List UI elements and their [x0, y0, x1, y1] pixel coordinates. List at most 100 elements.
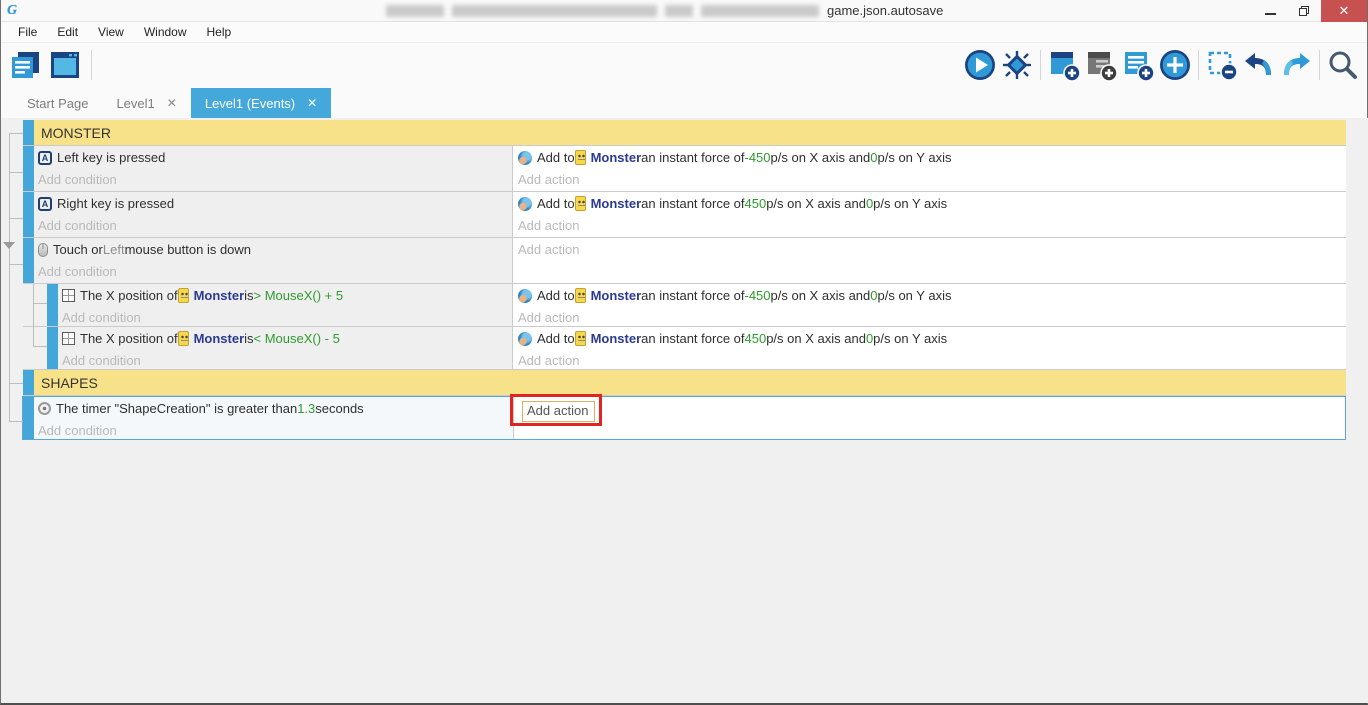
- text-segment: p/s on X axis and: [770, 288, 871, 303]
- redo-icon[interactable]: [1278, 47, 1314, 83]
- action-line[interactable]: Add to Monster an instant force of -450 …: [518, 146, 1346, 169]
- debug-icon[interactable]: [999, 47, 1035, 83]
- menu-file[interactable]: File: [9, 23, 46, 41]
- close-button[interactable]: ✕: [1321, 0, 1367, 22]
- add-action-button-focused[interactable]: Add action: [522, 401, 596, 422]
- condition-line[interactable]: The X position of Monster is > MouseX() …: [62, 284, 512, 307]
- text-segment: Add to: [537, 150, 575, 165]
- add-condition-button[interactable]: Add condition: [62, 310, 141, 325]
- conditions-cell[interactable]: The X position of Monster is < MouseX() …: [58, 327, 512, 369]
- event-handle[interactable]: [23, 238, 34, 283]
- window-title: game.json.autosave: [386, 3, 943, 18]
- add-action-button[interactable]: Add action: [518, 353, 579, 368]
- text-segment: Monster: [590, 150, 642, 165]
- menu-edit[interactable]: Edit: [48, 23, 87, 41]
- conditions-cell[interactable]: Left key is pressed Add condition: [34, 146, 512, 191]
- event-row[interactable]: Right key is pressed Add condition Add t…: [23, 192, 1346, 238]
- monster-object-icon: [574, 331, 586, 346]
- action-line[interactable]: Add to Monster an instant force of -450 …: [518, 284, 1346, 307]
- tab-close-icon[interactable]: ✕: [307, 96, 317, 110]
- actions-cell[interactable]: Add action: [513, 397, 1345, 439]
- restore-icon: [1299, 6, 1309, 16]
- text-segment: Add to: [537, 288, 575, 303]
- event-handle[interactable]: [23, 397, 34, 439]
- add-action-button[interactable]: Add action: [518, 310, 579, 325]
- add-condition-button[interactable]: Add condition: [38, 218, 117, 233]
- indent-spacer: [23, 284, 47, 326]
- conditions-cell[interactable]: Touch or Left mouse button is down Add c…: [34, 238, 512, 283]
- window-title-text: game.json.autosave: [827, 3, 944, 18]
- search-icon[interactable]: [1325, 47, 1361, 83]
- tab-label: Level1: [116, 95, 155, 111]
- event-group-shapes[interactable]: SHAPES: [23, 370, 1346, 396]
- toolbar-separator: [1319, 50, 1320, 80]
- text-segment: 450: [744, 196, 767, 211]
- conditions-cell[interactable]: The timer "ShapeCreation" is greater tha…: [34, 397, 513, 439]
- actions-cell[interactable]: Add to Monster an instant force of -450 …: [512, 146, 1346, 191]
- restore-button[interactable]: [1287, 0, 1321, 22]
- add-subevent-icon[interactable]: [1083, 47, 1119, 83]
- gdevelop-logo-icon: G: [7, 2, 18, 18]
- conditions-cell[interactable]: The X position of Monster is > MouseX() …: [58, 284, 512, 326]
- text-segment: an instant force of: [641, 288, 745, 303]
- collapse-arrow-icon[interactable]: [3, 242, 15, 249]
- menu-window[interactable]: Window: [135, 23, 196, 41]
- event-row-selected[interactable]: The timer "ShapeCreation" is greater tha…: [22, 396, 1346, 440]
- text-segment: Left: [102, 242, 125, 257]
- group-label: MONSTER: [34, 120, 1346, 145]
- event-handle[interactable]: [47, 327, 58, 369]
- actions-cell[interactable]: Add to Monster an instant force of -450 …: [512, 284, 1346, 326]
- event-group-monster[interactable]: MONSTER: [23, 120, 1346, 146]
- condition-line[interactable]: The X position of Monster is < MouseX() …: [62, 327, 512, 350]
- sub-event-row[interactable]: The X position of Monster is > MouseX() …: [23, 284, 1346, 327]
- add-comment-icon[interactable]: [1120, 47, 1156, 83]
- tab-start-page[interactable]: Start Page: [13, 88, 102, 118]
- conditions-cell[interactable]: Right key is pressed Add condition: [34, 192, 512, 237]
- add-condition-button[interactable]: Add condition: [38, 423, 117, 438]
- tab-level1-events[interactable]: Level1 (Events) ✕: [190, 88, 332, 118]
- add-condition-button[interactable]: Add condition: [62, 353, 141, 368]
- actions-cell[interactable]: Add action: [512, 238, 1346, 283]
- project-manager-icon[interactable]: [7, 47, 43, 83]
- text-segment: Right key is pressed: [57, 196, 175, 211]
- add-condition-button[interactable]: Add condition: [38, 264, 117, 279]
- event-handle[interactable]: [23, 146, 34, 191]
- event-handle[interactable]: [23, 192, 34, 237]
- actions-cell[interactable]: Add to Monster an instant force of 450 p…: [512, 192, 1346, 237]
- condition-line[interactable]: Left key is pressed: [38, 146, 512, 169]
- event-handle[interactable]: [23, 120, 34, 145]
- menu-view[interactable]: View: [89, 23, 133, 41]
- scene-editor-icon[interactable]: [47, 47, 83, 83]
- minimize-button[interactable]: [1253, 0, 1287, 22]
- tab-bar: Start Page Level1 ✕ Level1 (Events) ✕: [1, 86, 1367, 118]
- group-label: SHAPES: [34, 370, 1346, 395]
- action-line[interactable]: Add to Monster an instant force of 450 p…: [518, 327, 1346, 350]
- event-handle[interactable]: [23, 370, 34, 395]
- add-action-button[interactable]: Add action: [518, 172, 579, 187]
- add-condition-button[interactable]: Add condition: [38, 172, 117, 187]
- event-handle[interactable]: [47, 284, 58, 326]
- toolbar-separator: [91, 50, 92, 80]
- sub-event-row[interactable]: The X position of Monster is < MouseX() …: [23, 327, 1346, 370]
- event-row[interactable]: Left key is pressed Add condition Add to…: [23, 146, 1346, 192]
- condition-line[interactable]: The timer "ShapeCreation" is greater tha…: [38, 397, 513, 420]
- condition-line[interactable]: Right key is pressed: [38, 192, 512, 215]
- actions-cell[interactable]: Add to Monster an instant force of 450 p…: [512, 327, 1346, 369]
- text-segment: p/s on Y axis: [877, 288, 952, 303]
- remove-event-icon[interactable]: [1204, 47, 1240, 83]
- text-segment: an instant force of: [641, 331, 745, 346]
- add-event-icon[interactable]: [1046, 47, 1082, 83]
- add-action-button[interactable]: Add action: [518, 242, 579, 257]
- tree-branch: [9, 421, 23, 422]
- menu-help[interactable]: Help: [198, 23, 241, 41]
- add-circle-icon[interactable]: [1157, 47, 1193, 83]
- tab-level1[interactable]: Level1 ✕: [102, 88, 190, 118]
- play-icon[interactable]: [962, 47, 998, 83]
- event-row[interactable]: Touch or Left mouse button is down Add c…: [23, 238, 1346, 284]
- text-segment: Add to: [537, 196, 575, 211]
- undo-icon[interactable]: [1241, 47, 1277, 83]
- action-line[interactable]: Add to Monster an instant force of 450 p…: [518, 192, 1346, 215]
- condition-line[interactable]: Touch or Left mouse button is down: [38, 238, 512, 261]
- tab-close-icon[interactable]: ✕: [167, 96, 177, 110]
- add-action-button[interactable]: Add action: [518, 218, 579, 233]
